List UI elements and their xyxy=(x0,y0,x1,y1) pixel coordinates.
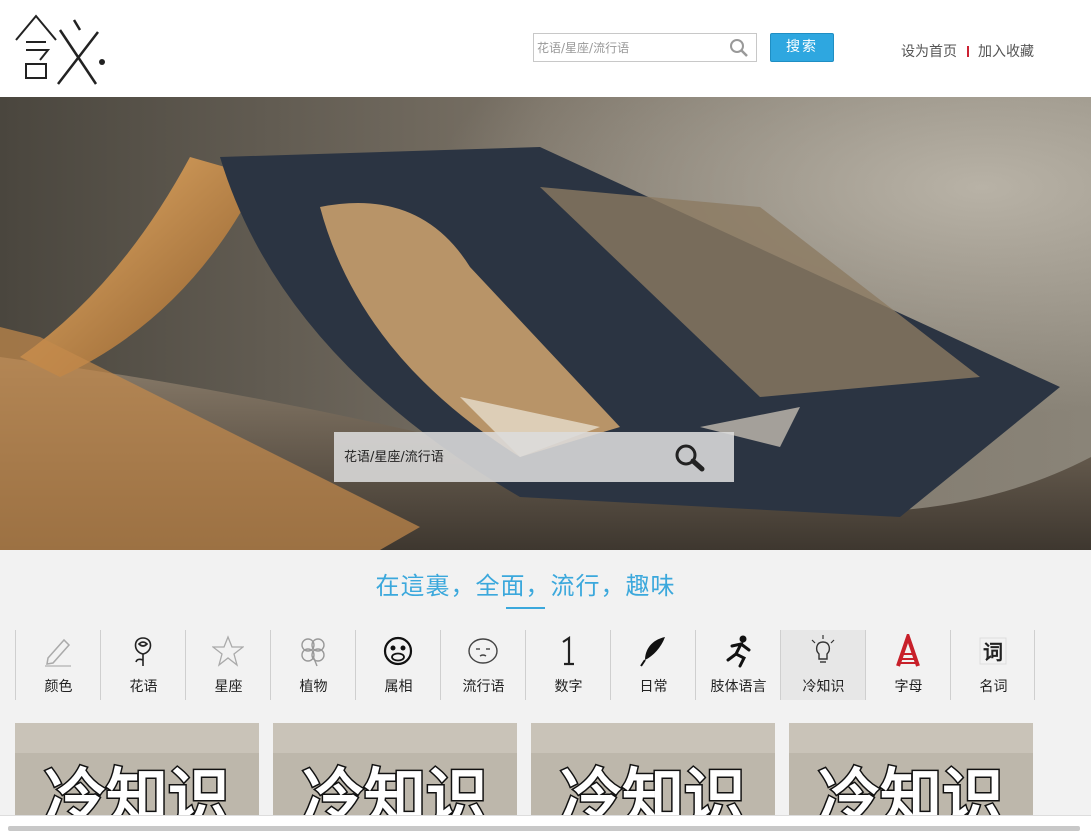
set-homepage-link[interactable]: 设为首页 xyxy=(901,44,957,60)
article-card[interactable]: 冷知识 xyxy=(789,723,1033,815)
site-logo[interactable] xyxy=(14,12,110,88)
clover-icon xyxy=(297,634,329,668)
svg-text:词: 词 xyxy=(983,640,1003,664)
hero-search-box xyxy=(334,432,734,482)
category-label: 名词 xyxy=(979,679,1008,695)
monkey-icon xyxy=(382,634,414,668)
category-nav: 颜色 花语 星座 植物 属相 流行语 数字 日常 肢体语言 冷知识 字母 词 名… xyxy=(15,630,1036,700)
search-icon[interactable] xyxy=(672,442,708,472)
link-separator xyxy=(967,46,969,57)
category-body-language[interactable]: 肢体语言 xyxy=(695,630,780,700)
category-color[interactable]: 颜色 xyxy=(15,630,100,700)
category-label: 肢体语言 xyxy=(710,679,767,695)
lightbulb-icon xyxy=(807,634,839,668)
article-card[interactable]: 冷知识 xyxy=(15,723,259,815)
category-constellation[interactable]: 星座 xyxy=(185,630,270,700)
category-buzzwords[interactable]: 流行语 xyxy=(440,630,525,700)
category-label: 流行语 xyxy=(462,679,505,695)
number-one-icon xyxy=(552,634,584,668)
running-figure-icon xyxy=(722,634,754,668)
word-icon: 词 xyxy=(977,634,1009,668)
card-thumbnail: 冷知识 xyxy=(531,723,775,815)
site-header: 搜索 设为首页 加入收藏 xyxy=(0,0,1091,97)
header-search-button[interactable]: 搜索 xyxy=(770,33,834,62)
letter-a-icon xyxy=(892,630,924,668)
header-links: 设为首页 加入收藏 xyxy=(901,41,1034,60)
header-search-input[interactable] xyxy=(537,38,723,58)
category-label: 属相 xyxy=(384,679,413,695)
search-icon[interactable] xyxy=(729,38,749,58)
card-title: 冷知识 xyxy=(560,761,746,815)
category-letters[interactable]: 字母 xyxy=(865,630,950,700)
card-title: 冷知识 xyxy=(818,761,1004,815)
category-plants[interactable]: 植物 xyxy=(270,630,355,700)
category-label: 颜色 xyxy=(44,679,73,695)
tagline: 在這裏，全面，流行，趣味 xyxy=(375,572,676,600)
logo-mark xyxy=(15,14,105,85)
card-thumbnail: 冷知识 xyxy=(789,723,1033,815)
tagline-underline xyxy=(506,607,545,609)
feather-icon xyxy=(637,634,669,668)
category-label: 日常 xyxy=(639,679,668,695)
article-card[interactable]: 冷知识 xyxy=(531,723,775,815)
category-flower-language[interactable]: 花语 xyxy=(100,630,185,700)
pencil-icon xyxy=(42,634,74,668)
hero-search-input[interactable] xyxy=(344,446,664,468)
category-label: 花语 xyxy=(129,679,158,695)
scrollbar-track[interactable] xyxy=(8,826,1080,831)
card-thumbnail: 冷知识 xyxy=(273,723,517,815)
add-bookmark-link[interactable]: 加入收藏 xyxy=(978,44,1034,60)
category-zodiac-animal[interactable]: 属相 xyxy=(355,630,440,700)
article-card[interactable]: 冷知识 xyxy=(273,723,517,815)
category-label: 星座 xyxy=(214,679,243,695)
star-icon xyxy=(211,634,245,668)
category-label: 植物 xyxy=(299,679,328,695)
header-search-box xyxy=(533,33,757,62)
hero-banner xyxy=(0,97,1091,550)
card-title: 冷知识 xyxy=(44,761,230,815)
category-trivia[interactable]: 冷知识 xyxy=(780,630,865,700)
horizontal-scrollbar[interactable] xyxy=(0,815,1091,832)
category-daily[interactable]: 日常 xyxy=(610,630,695,700)
category-nouns[interactable]: 词 名词 xyxy=(950,630,1035,700)
category-numbers[interactable]: 数字 xyxy=(525,630,610,700)
hero-book-photo xyxy=(0,97,1091,550)
category-label: 字母 xyxy=(894,679,923,695)
card-title: 冷知识 xyxy=(302,761,488,815)
card-thumbnail: 冷知识 xyxy=(15,723,259,815)
rose-icon xyxy=(127,634,159,668)
category-label: 数字 xyxy=(554,679,583,695)
face-bubble-icon xyxy=(467,634,499,668)
category-label: 冷知识 xyxy=(802,679,845,695)
